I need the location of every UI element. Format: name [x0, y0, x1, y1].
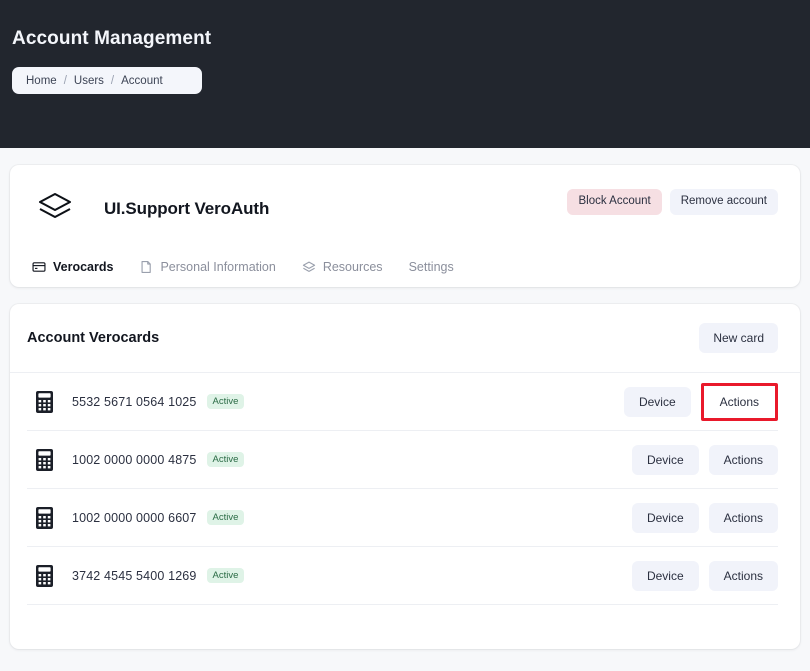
- tab-verocards-label: Verocards: [53, 260, 113, 274]
- document-icon: [139, 260, 153, 274]
- tab-settings[interactable]: Settings: [409, 260, 454, 276]
- status-badge: Active: [207, 452, 245, 468]
- row-action-buttons: Device Actions: [632, 445, 778, 475]
- remove-account-button[interactable]: Remove account: [670, 189, 778, 215]
- page-title: Account Management: [12, 28, 798, 50]
- table-row: 3742 4545 5400 1269 Active Device Action…: [27, 547, 778, 605]
- tab-resources[interactable]: Resources: [302, 260, 383, 276]
- table-row: 1002 0000 0000 6607 Active Device Action…: [27, 489, 778, 547]
- card-number: 1002 0000 0000 6607: [72, 511, 197, 525]
- verocards-list: 5532 5671 0564 1025 Active Device Action…: [10, 373, 800, 605]
- device-button[interactable]: Device: [632, 503, 699, 533]
- actions-button[interactable]: Actions: [709, 503, 778, 533]
- page-header: Account Management Home / Users / Accoun…: [0, 0, 810, 148]
- table-row: 1002 0000 0000 4875 Active Device Action…: [27, 431, 778, 489]
- layers-stack-icon: [302, 260, 316, 274]
- tab-personal-information[interactable]: Personal Information: [139, 260, 275, 276]
- layers-stack-icon: [35, 190, 75, 229]
- actions-button[interactable]: Actions: [709, 561, 778, 591]
- row-action-buttons: Device Actions: [632, 503, 778, 533]
- status-badge: Active: [207, 568, 245, 584]
- card-number: 3742 4545 5400 1269: [72, 569, 197, 583]
- panel-footer-space: [10, 605, 800, 649]
- breadcrumb: Home / Users / Account: [12, 67, 202, 94]
- new-card-button[interactable]: New card: [699, 323, 778, 353]
- status-badge: Active: [207, 394, 245, 410]
- account-tabs: Verocards Personal Information: [32, 260, 778, 276]
- content-area: UI.Support VeroAuth Block Account Remove…: [0, 165, 810, 649]
- account-logo: [32, 190, 78, 229]
- verocards-title: Account Verocards: [27, 330, 159, 346]
- account-action-buttons: Block Account Remove account: [567, 189, 778, 215]
- breadcrumb-item-account[interactable]: Account: [121, 75, 163, 87]
- breadcrumb-item-home[interactable]: Home: [26, 75, 57, 87]
- tab-resources-label: Resources: [323, 260, 383, 274]
- tab-verocards[interactable]: Verocards: [32, 260, 113, 276]
- actions-button-highlight: Actions: [701, 383, 778, 421]
- account-name: UI.Support VeroAuth: [104, 199, 269, 219]
- actions-button[interactable]: Actions: [709, 445, 778, 475]
- device-button[interactable]: Device: [632, 561, 699, 591]
- device-button[interactable]: Device: [632, 445, 699, 475]
- device-button[interactable]: Device: [624, 387, 691, 417]
- card-icon: [32, 260, 46, 274]
- block-account-button[interactable]: Block Account: [567, 189, 661, 215]
- card-number: 5532 5671 0564 1025: [72, 395, 197, 409]
- account-header: UI.Support VeroAuth Block Account Remove…: [32, 185, 778, 233]
- tab-settings-label: Settings: [409, 260, 454, 274]
- calculator-icon: [34, 391, 54, 413]
- breadcrumb-separator: /: [64, 75, 67, 87]
- calculator-icon: [34, 507, 54, 529]
- table-row: 5532 5671 0564 1025 Active Device Action…: [27, 373, 778, 431]
- actions-button[interactable]: Actions: [705, 387, 774, 417]
- verocards-header: Account Verocards New card: [10, 304, 800, 373]
- row-action-buttons: Device Actions: [632, 561, 778, 591]
- breadcrumb-separator: /: [111, 75, 114, 87]
- calculator-icon: [34, 449, 54, 471]
- tab-personal-information-label: Personal Information: [160, 260, 275, 274]
- breadcrumb-item-users[interactable]: Users: [74, 75, 104, 87]
- calculator-icon: [34, 565, 54, 587]
- account-panel: UI.Support VeroAuth Block Account Remove…: [10, 165, 800, 287]
- card-number: 1002 0000 0000 4875: [72, 453, 197, 467]
- row-action-buttons: Device Actions: [624, 383, 778, 421]
- status-badge: Active: [207, 510, 245, 526]
- verocards-panel: Account Verocards New card: [10, 304, 800, 649]
